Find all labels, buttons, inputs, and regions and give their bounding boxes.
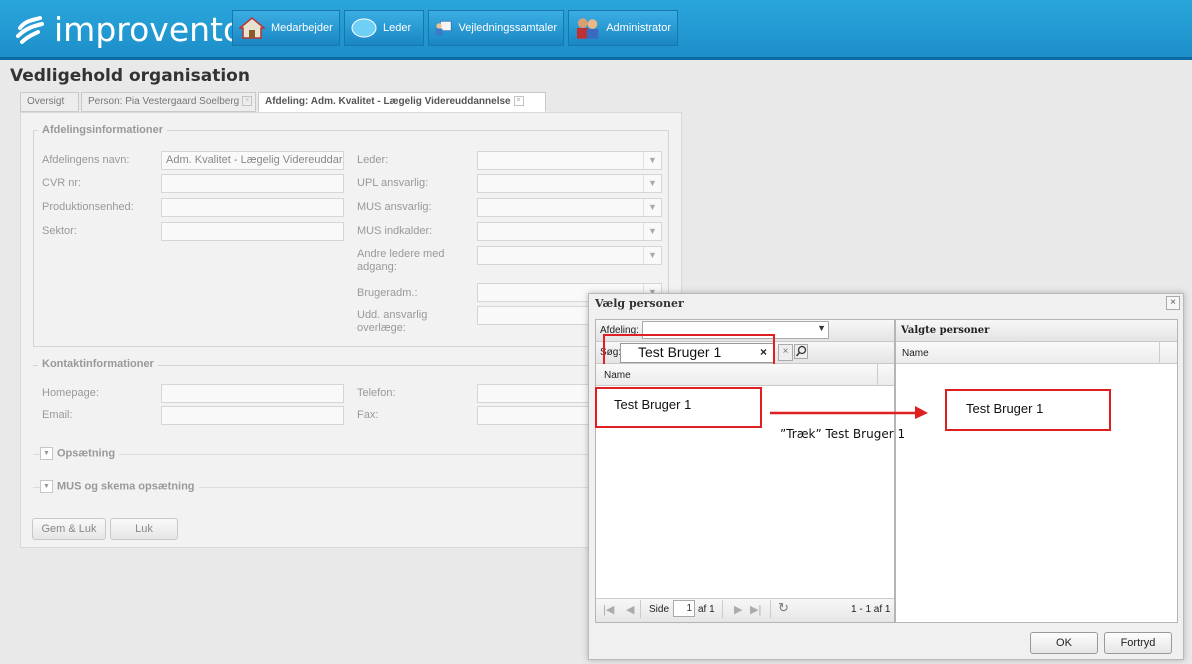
chevron-down-icon: ▼	[643, 223, 661, 240]
sektor-label: Sektor:	[42, 225, 77, 237]
nav-vejledningssamtaler[interactable]: Vejledningssamtaler	[428, 10, 564, 46]
leder-select[interactable]: ▼	[477, 151, 662, 170]
chevron-down-icon: ▼	[643, 152, 661, 169]
mus-indkalder-select[interactable]: ▼	[477, 222, 662, 241]
telefon-label: Telefon:	[357, 387, 396, 399]
tab-oversigt-label: Oversigt	[27, 96, 65, 107]
produktion-input[interactable]	[161, 198, 344, 217]
page-number-input[interactable]: 1	[673, 600, 695, 617]
result-row-label: Test Bruger 1	[614, 397, 692, 412]
ok-button[interactable]: OK	[1030, 632, 1098, 654]
nav-leder[interactable]: Leder	[344, 10, 424, 46]
next-page-icon[interactable]: ▶	[734, 603, 742, 616]
sektor-input[interactable]	[161, 222, 344, 241]
nav-vejledningssamtaler-label: Vejledningssamtaler	[458, 22, 557, 34]
last-page-icon[interactable]: ▶|	[750, 603, 761, 616]
afdeling-navn-input[interactable]: Adm. Kvalitet - Lægelig Videreuddar	[161, 151, 344, 170]
upl-select[interactable]: ▼	[477, 174, 662, 193]
tab-afdeling[interactable]: Afdeling: Adm. Kvalitet - Lægelig Videre…	[258, 92, 546, 112]
result-grid-header	[596, 364, 894, 386]
drag-arrow-icon	[770, 406, 928, 419]
homepage-input[interactable]	[161, 384, 344, 403]
mus-indkalder-label: MUS indkalder:	[357, 225, 433, 237]
produktion-label: Produktionsenhed:	[42, 201, 134, 213]
fortryd-button[interactable]: Fortryd	[1104, 632, 1172, 654]
nav-medarbejder-label: Medarbejder	[271, 22, 333, 34]
people-icon	[576, 18, 599, 39]
email-input[interactable]	[161, 406, 344, 425]
chevron-down-icon: ▼	[643, 175, 661, 192]
luk-button[interactable]: Luk	[110, 518, 178, 540]
udd-label: Udd. ansvarlig overlæge:	[357, 309, 428, 334]
expand-icon[interactable]: ▼	[40, 447, 53, 460]
leder-label: Leder:	[357, 154, 389, 166]
chat-bubble-icon	[351, 18, 377, 38]
andre-label: Andre ledere med adgang:	[357, 248, 445, 273]
person-board-icon	[435, 20, 452, 36]
tab-person-label: Person: Pia Vestergaard Soelberg	[88, 96, 240, 107]
nav-administrator[interactable]: Administrator	[568, 10, 678, 46]
afdeling-legend: Afdelingsinformationer	[38, 124, 168, 136]
telefon-input[interactable]	[477, 384, 597, 403]
selected-grid-header	[896, 342, 1177, 364]
name-column-header[interactable]: Name	[604, 370, 631, 381]
page-title: Vedligehold organisation	[10, 66, 250, 86]
kontakt-legend: Kontaktinformationer	[38, 358, 158, 370]
reset-icon[interactable]: ×	[778, 344, 793, 361]
tab-person[interactable]: Person: Pia Vestergaard Soelberg ×	[81, 92, 256, 112]
gem-luk-button[interactable]: Gem & Luk	[32, 518, 106, 540]
pager-divider	[640, 600, 641, 618]
search-icon[interactable]	[794, 344, 808, 359]
refresh-icon[interactable]: ↻	[778, 600, 789, 616]
nav-medarbejder[interactable]: Medarbejder	[232, 10, 340, 46]
close-icon[interactable]: ×	[1166, 296, 1180, 310]
dialog-title: Vælg personer	[595, 297, 684, 310]
mus-ansvarlig-label: MUS ansvarlig:	[357, 201, 432, 213]
brand-name: improvento	[54, 10, 244, 49]
house-icon	[239, 17, 265, 39]
column-divider	[1159, 342, 1160, 364]
email-label: Email:	[42, 409, 73, 421]
opsaetning-section[interactable]: ▼ Opsætning	[40, 447, 120, 460]
mus-section[interactable]: ▼ MUS og skema opsætning	[40, 480, 199, 493]
column-divider	[877, 364, 878, 386]
brugeradm-label: Brugeradm.:	[357, 287, 418, 299]
upl-label: UPL ansvarlig:	[357, 177, 429, 189]
pager-range: 1 - 1 af 1	[851, 604, 891, 615]
mus-label: MUS og skema opsætning	[57, 480, 195, 493]
nav-leder-label: Leder	[383, 22, 412, 34]
tab-oversigt[interactable]: Oversigt	[20, 92, 79, 112]
selected-name-column-header[interactable]: Name	[902, 348, 929, 359]
selected-header: Valgte personer	[901, 325, 990, 336]
nav-administrator-label: Administrator	[606, 22, 671, 34]
first-page-icon[interactable]: |◀	[603, 603, 614, 616]
homepage-label: Homepage:	[42, 387, 99, 399]
tab-afdeling-label: Afdeling: Adm. Kvalitet - Lægelig Videre…	[265, 96, 511, 107]
chevron-down-icon: ▼	[817, 323, 826, 333]
selected-panel	[895, 319, 1178, 623]
prev-page-icon[interactable]: ◀	[626, 603, 634, 616]
andre-select[interactable]: ▼	[477, 246, 662, 265]
drag-annotation: ”Træk” Test Bruger 1	[780, 427, 906, 441]
side-label: Side	[649, 604, 670, 615]
pager-divider	[722, 600, 723, 618]
chevron-down-icon: ▼	[643, 199, 661, 216]
af-label: af 1	[698, 604, 715, 615]
mus-ansvarlig-select[interactable]: ▼	[477, 198, 662, 217]
expand-icon[interactable]: ▼	[40, 480, 53, 493]
improvento-logo-icon	[16, 16, 44, 44]
fax-label: Fax:	[357, 409, 379, 421]
cvr-label: CVR nr:	[42, 177, 82, 189]
opsaetning-label: Opsætning	[57, 447, 116, 460]
tab-close-icon[interactable]: ×	[242, 96, 253, 107]
pager-divider	[770, 600, 771, 618]
cvr-input[interactable]	[161, 174, 344, 193]
tab-close-icon[interactable]: ×	[513, 96, 524, 107]
fax-input[interactable]	[477, 406, 597, 425]
chevron-down-icon: ▼	[643, 247, 661, 264]
afdeling-navn-label: Afdelingens navn:	[42, 154, 130, 166]
selected-row-label: Test Bruger 1	[966, 401, 1044, 416]
